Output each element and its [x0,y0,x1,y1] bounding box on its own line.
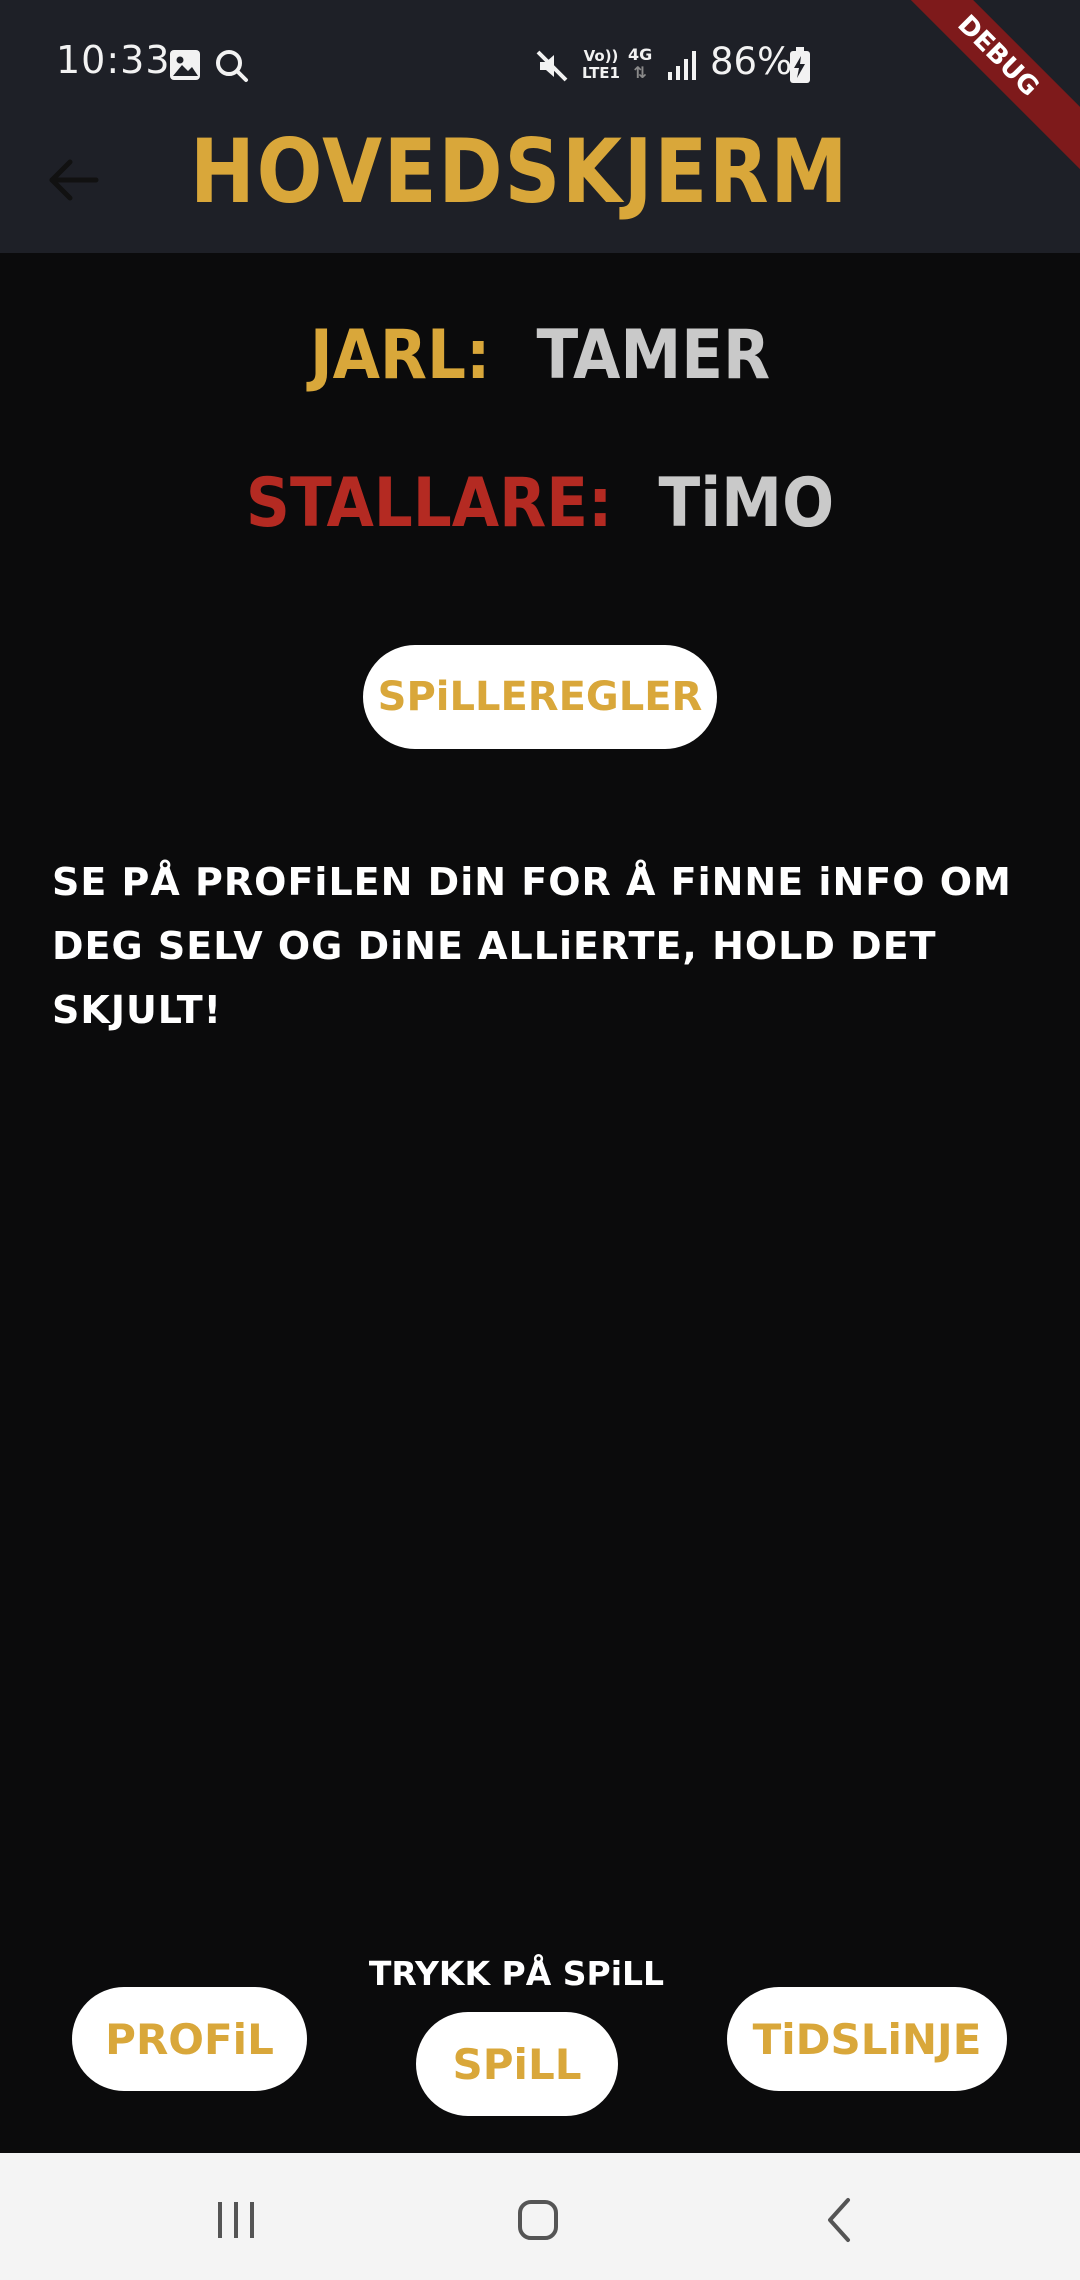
stallare-value: TiMO [658,464,835,543]
volte-label: Vo)) [583,47,619,65]
volte-indicator: Vo)) LTE1 [580,48,622,82]
play-button[interactable]: SPiLL [416,2012,618,2116]
signal-icon [668,51,696,80]
data-type-label: 4G [628,45,653,64]
timeline-button[interactable]: TiDSLiNJE [727,1987,1007,2091]
jarl-value: TAMER [536,316,771,395]
image-icon [170,50,200,80]
page-title: HOVEDSKJERM [190,120,850,223]
recent-apps-icon[interactable] [206,2190,266,2250]
battery-percent: 86% [710,40,793,83]
info-text: SE PÅ PROFiLEN DiN FOR Å FiNNE iNFO OM D… [52,860,1012,1032]
data-arrows-icon: ⇅ [633,63,647,82]
jarl-row: JARL: TAMER [0,322,1080,390]
profile-button[interactable]: PROFiL [72,1987,307,2091]
home-icon[interactable] [508,2190,568,2250]
battery-charging-icon [790,47,810,83]
stallare-row: STALLARE: TiMO [0,470,1080,538]
data-type-indicator: 4G ⇅ [628,46,652,82]
back-nav-icon[interactable] [810,2190,870,2250]
search-icon [216,50,248,82]
rules-button[interactable]: SPiLLEREGLER [363,645,717,749]
jarl-label: JARL: [309,316,491,395]
back-arrow-icon[interactable] [40,150,110,210]
screen: 10:33 Vo)) LTE1 4G ⇅ 86% HOVEDSKJERM DEB… [0,0,1080,2280]
app-bar: 10:33 Vo)) LTE1 4G ⇅ 86% HOVEDSKJERM [0,0,1080,253]
lte-label: LTE1 [582,64,620,82]
mute-icon [536,50,568,82]
stallare-label: STALLARE: [245,464,613,543]
status-time: 10:33 [56,38,171,82]
